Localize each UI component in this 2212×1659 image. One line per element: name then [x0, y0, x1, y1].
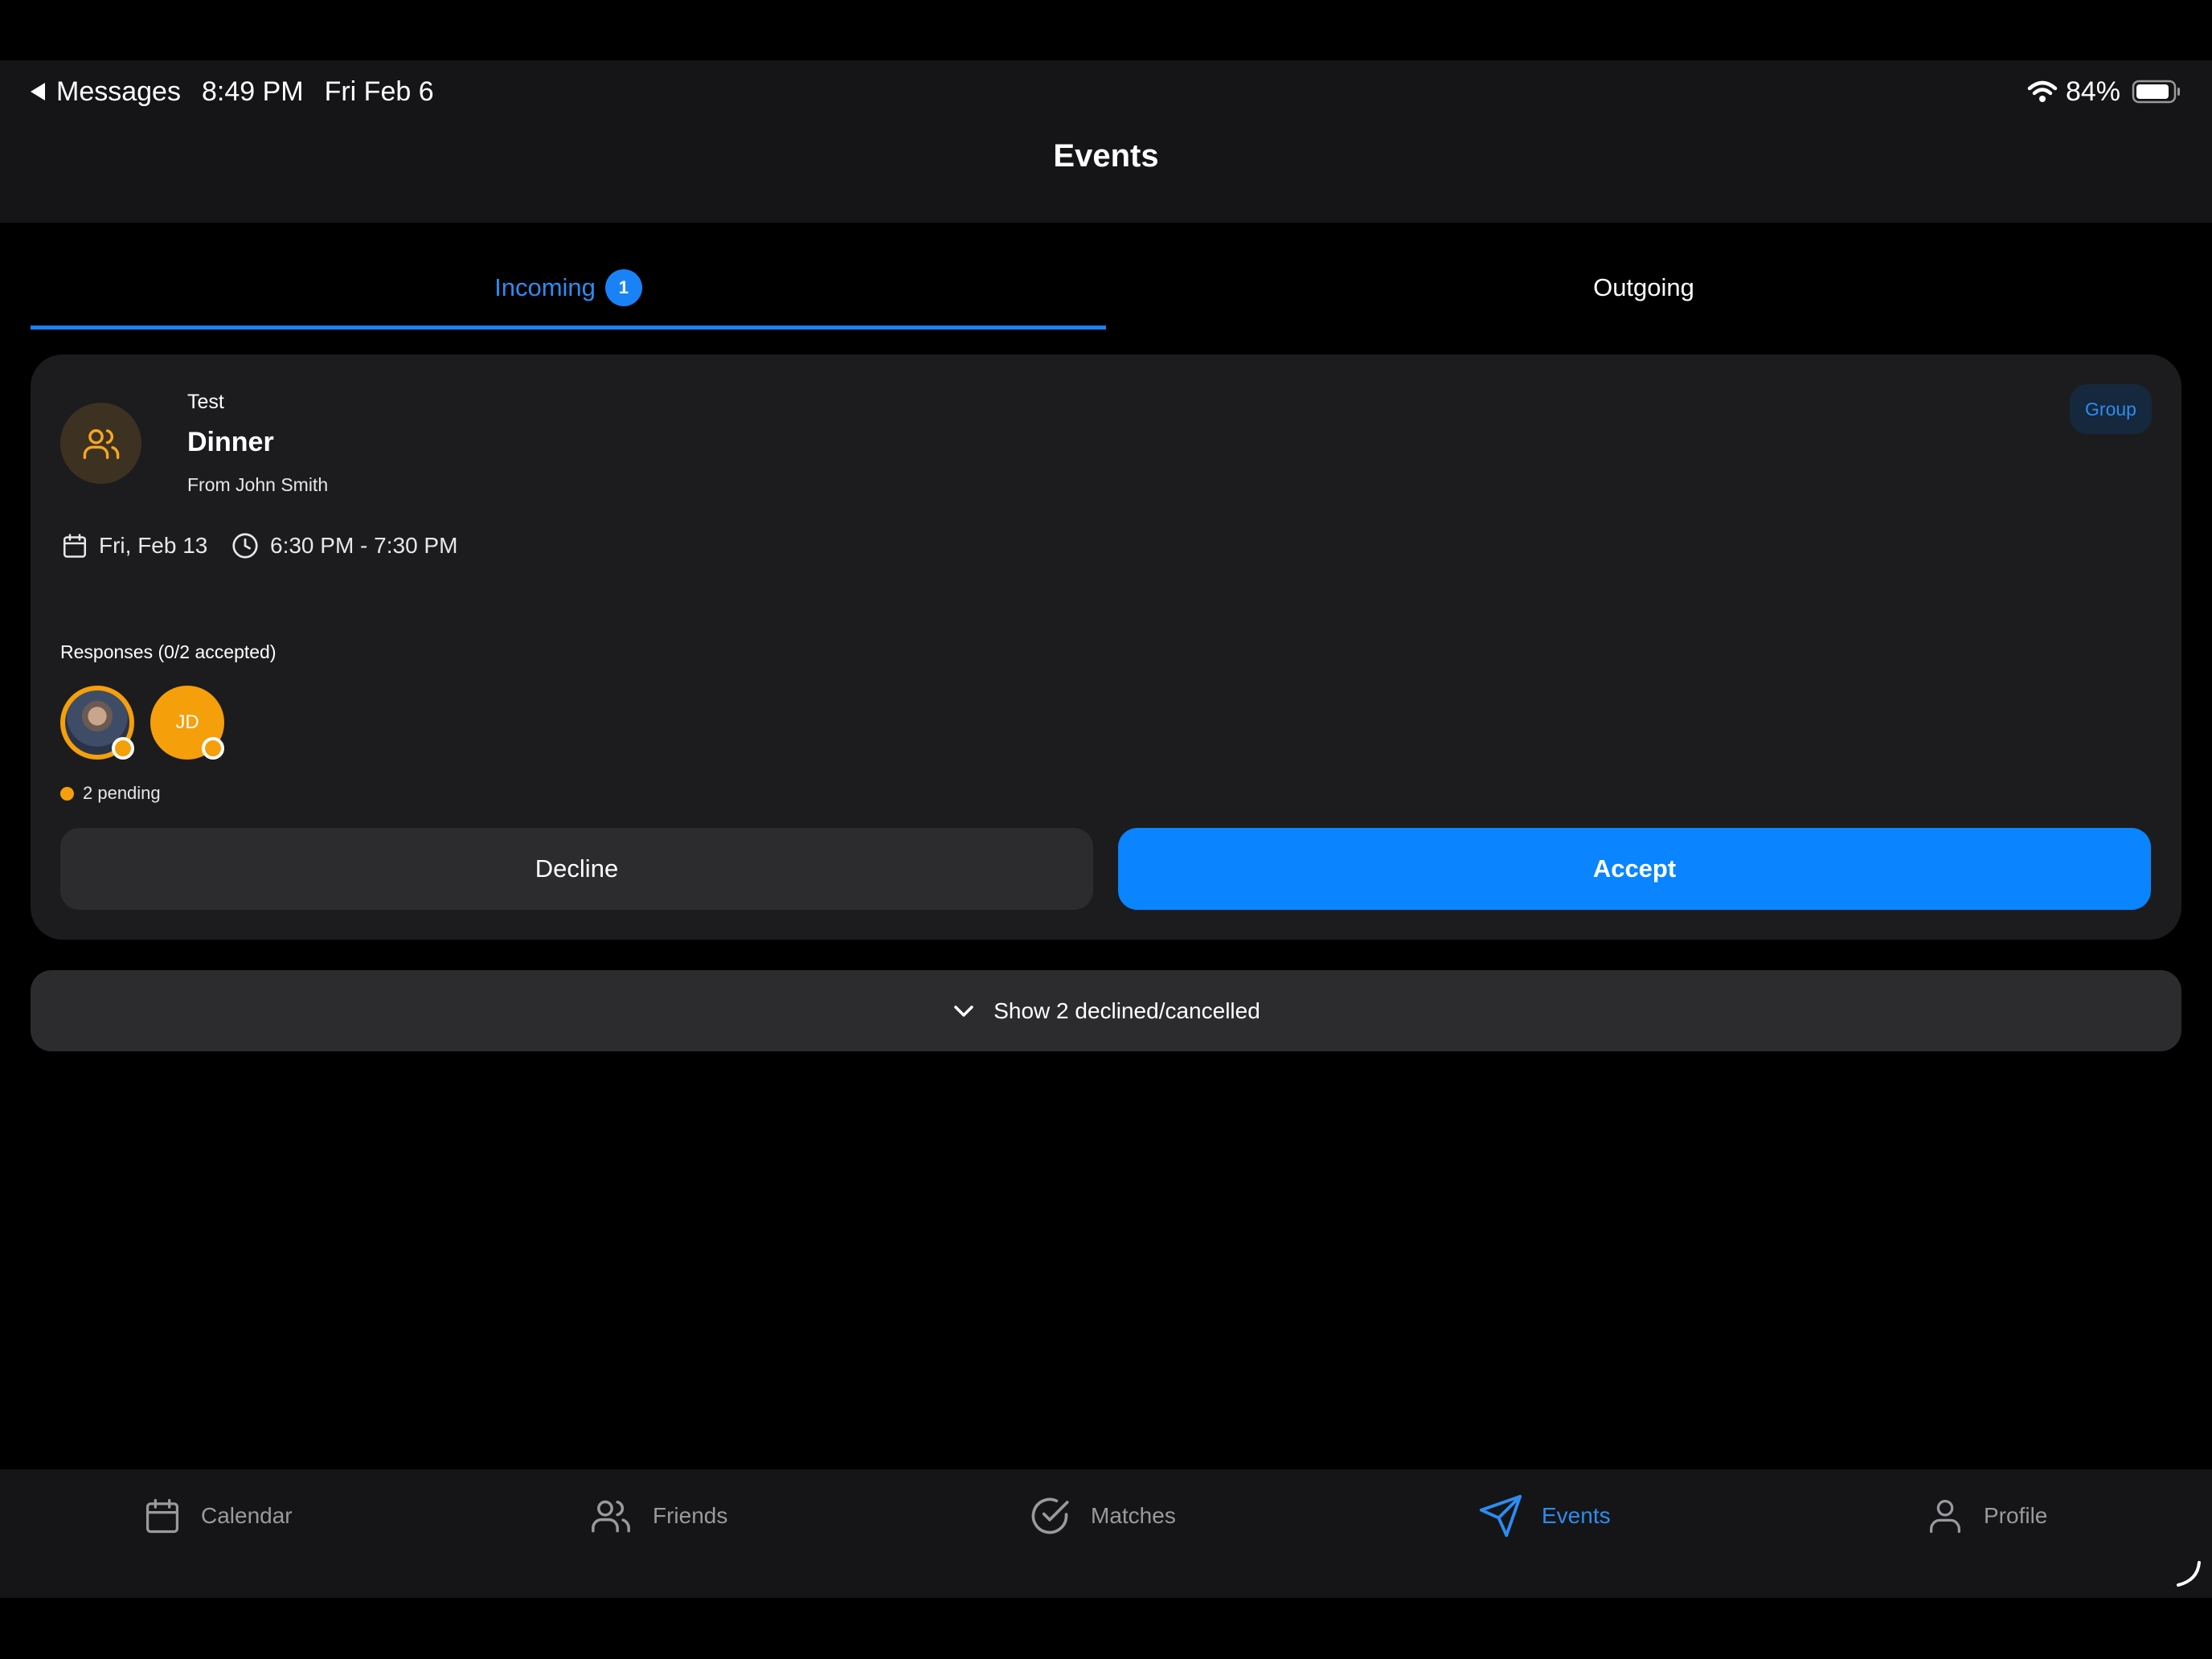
battery-icon [2132, 80, 2180, 104]
status-bar-right: 84% [2027, 72, 2181, 111]
tab-outgoing[interactable]: Outgoing [1106, 257, 2181, 318]
status-date: Fri Feb 6 [324, 76, 434, 107]
pending-status-dot [202, 737, 224, 760]
pending-status-dot [112, 737, 134, 760]
accept-button[interactable]: Accept [1118, 828, 2151, 910]
tab-incoming-count-badge: 1 [604, 269, 642, 306]
clock-icon [232, 533, 258, 559]
calendar-icon [145, 1498, 179, 1534]
responder-initials: JD [175, 711, 199, 733]
check-circle-icon [1031, 1497, 1069, 1534]
nav-calendar-label: Calendar [201, 1503, 293, 1528]
active-tab-indicator [31, 326, 1106, 330]
back-to-app-link[interactable]: Messages [56, 76, 181, 108]
tab-incoming[interactable]: Incoming 1 [31, 257, 1106, 318]
nav-friends[interactable]: Friends [587, 1490, 727, 1542]
show-declined-toggle[interactable]: Show 2 declined/cancelled [31, 970, 2181, 1051]
event-type-badge: Group [2070, 384, 2152, 434]
event-subtitle: Test [187, 391, 224, 413]
event-time: 6:30 PM - 7:30 PM [230, 527, 457, 564]
users-icon [83, 428, 119, 459]
nav-events[interactable]: Events [1477, 1490, 1611, 1542]
nav-matches-label: Matches [1091, 1503, 1176, 1528]
responses-label: Responses (0/2 accepted) [60, 641, 276, 662]
tab-incoming-label: Incoming [494, 273, 596, 301]
page-title: Events [1053, 138, 1159, 174]
nav-profile[interactable]: Profile [1924, 1490, 2047, 1542]
decline-button[interactable]: Decline [60, 828, 1093, 910]
show-declined-label: Show 2 declined/cancelled [993, 997, 1260, 1023]
event-title: Dinner [187, 427, 274, 457]
pending-count: 2 pending [60, 781, 161, 805]
responder-avatar-photo[interactable] [60, 686, 134, 760]
pending-dot [60, 786, 74, 801]
users-icon [592, 1500, 630, 1533]
send-icon [1479, 1494, 1522, 1538]
back-arrow-icon[interactable] [31, 83, 45, 100]
nav-friends-label: Friends [653, 1503, 728, 1528]
event-group-avatar [60, 403, 141, 484]
nav-matches[interactable]: Matches [1026, 1490, 1176, 1542]
event-date: Fri, Feb 13 [60, 527, 207, 564]
calendar-icon [63, 534, 87, 558]
nav-calendar[interactable]: Calendar [141, 1490, 293, 1542]
resize-handle-icon[interactable] [2173, 1559, 2202, 1588]
event-sender: From John Smith [187, 474, 329, 495]
wifi-icon [2027, 80, 2058, 102]
status-time: 8:49 PM [201, 76, 304, 107]
user-icon [1930, 1499, 1960, 1534]
nav-profile-label: Profile [1984, 1503, 2048, 1528]
event-time-text: 6:30 PM - 7:30 PM [270, 533, 458, 558]
event-date-text: Fri, Feb 13 [99, 533, 208, 558]
chevron-down-icon [954, 1005, 973, 1017]
pending-label: 2 pending [83, 783, 161, 803]
responder-avatar-initials[interactable]: JD [150, 686, 224, 760]
battery-percent: 84% [2065, 76, 2120, 107]
nav-events-label: Events [1542, 1503, 1611, 1528]
status-bar-left: Messages 8:49 PM Fri Feb 6 [31, 72, 434, 111]
tab-outgoing-label: Outgoing [1593, 273, 1694, 301]
